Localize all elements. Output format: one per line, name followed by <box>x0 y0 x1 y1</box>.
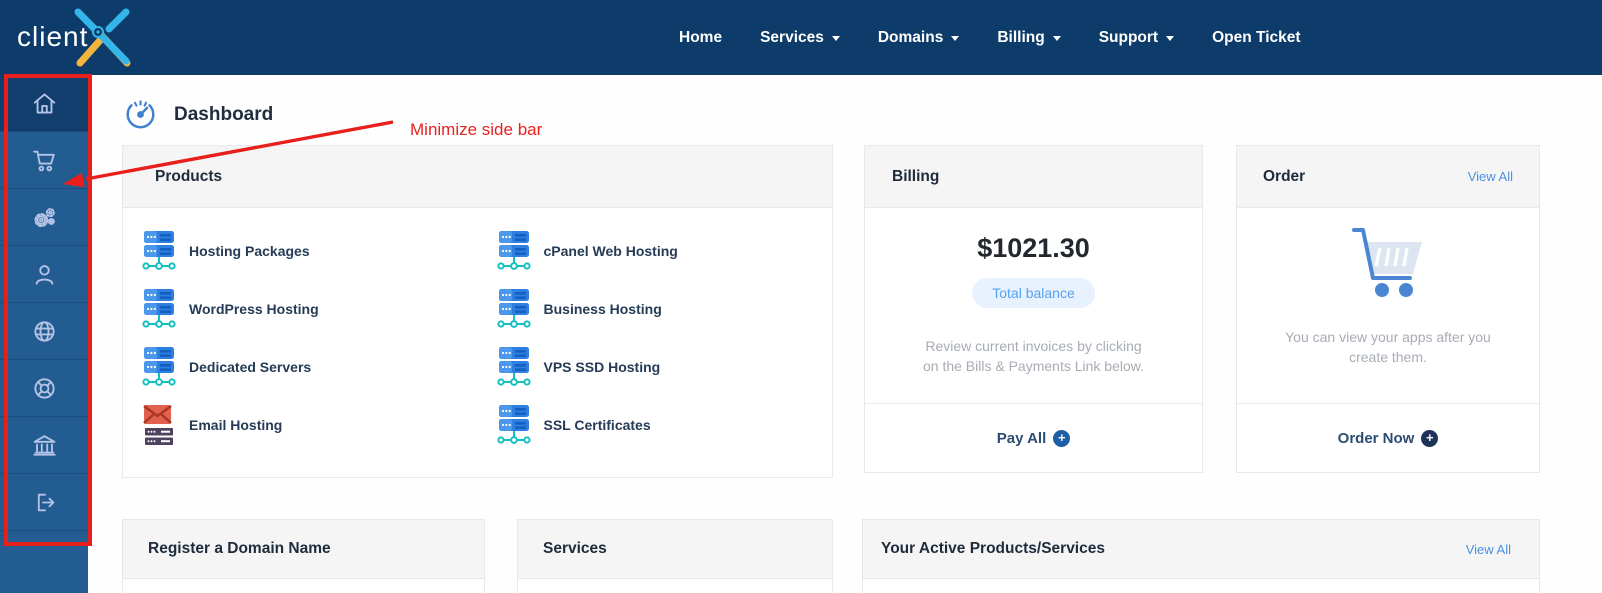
server-icon <box>142 347 176 386</box>
sidebar-item-domains[interactable] <box>0 303 88 360</box>
billing-card-header: Billing <box>865 146 1202 208</box>
services-card: Services <box>517 519 833 593</box>
product-item-hosting-packages[interactable]: Hosting Packages <box>123 222 478 280</box>
server-icon <box>496 347 531 386</box>
clientx-dashboard-page: client Home Services Domains Billing Sup… <box>0 0 1602 593</box>
sidebar-item-clients[interactable] <box>0 246 88 303</box>
server-icon <box>142 289 176 328</box>
order-now-button[interactable]: Order Now + <box>1237 403 1539 472</box>
server-icon <box>142 231 176 270</box>
email-server-icon <box>143 405 173 445</box>
product-item-email-hosting[interactable]: Email Hosting <box>123 396 478 454</box>
order-empty-text: You can view your apps after you create … <box>1285 329 1491 365</box>
plus-icon: + <box>1053 429 1071 447</box>
sidebar-item-support[interactable] <box>0 360 88 417</box>
products-card: Products Hosting Packages cPanel Web Hos… <box>122 145 833 478</box>
main-nav: Home Services Domains Billing Support Op… <box>660 0 1320 75</box>
product-item-vps-ssd-hosting[interactable]: VPS SSD Hosting <box>478 338 833 396</box>
server-icon <box>496 231 531 270</box>
gears-icon <box>33 207 55 227</box>
active-products-card: Your Active Products/Services View All <box>862 519 1540 593</box>
person-icon <box>35 264 53 285</box>
nav-item-billing[interactable]: Billing <box>978 29 1079 47</box>
shopping-cart-illustration-icon <box>1352 228 1422 297</box>
sidebar-item-logout[interactable] <box>0 474 88 531</box>
empty-cart-illustration <box>1237 224 1539 305</box>
billing-description: Review current invoices by clicking on t… <box>922 338 1144 374</box>
order-card-header: Order View All <box>1237 146 1539 208</box>
nav-item-services[interactable]: Services <box>741 29 859 47</box>
sidebar-item-services[interactable] <box>0 189 88 246</box>
nav-item-support[interactable]: Support <box>1080 29 1193 47</box>
register-domain-card-header: Register a Domain Name <box>123 520 484 579</box>
sidebar-item-billing[interactable] <box>0 417 88 474</box>
active-products-card-header: Your Active Products/Services View All <box>863 520 1539 579</box>
brand-logo[interactable]: client <box>14 0 154 75</box>
top-navbar: client Home Services Domains Billing Sup… <box>0 0 1602 75</box>
nav-item-domains[interactable]: Domains <box>859 29 978 47</box>
caret-down-icon <box>1052 36 1061 41</box>
total-balance-badge: Total balance <box>972 278 1095 308</box>
speedometer-icon <box>126 100 155 129</box>
annotation-label: Minimize side bar <box>410 120 543 139</box>
nav-item-open-ticket[interactable]: Open Ticket <box>1193 29 1319 47</box>
bank-icon <box>32 434 56 456</box>
logout-icon <box>37 493 54 511</box>
product-item-business-hosting[interactable]: Business Hosting <box>478 280 833 338</box>
register-domain-card: Register a Domain Name <box>122 519 485 593</box>
globe-icon <box>33 320 55 342</box>
server-icon <box>496 405 531 444</box>
order-view-all-link[interactable]: View All <box>1468 169 1513 184</box>
server-icon <box>496 289 531 328</box>
active-products-title: Your Active Products/Services <box>881 540 1105 557</box>
page-title: Dashboard <box>174 103 274 125</box>
home-icon <box>33 93 55 113</box>
billing-total-amount: $1021.30 <box>977 233 1090 263</box>
register-domain-title: Register a Domain Name <box>148 540 331 557</box>
page-header: Dashboard <box>124 98 273 131</box>
product-item-cpanel-web-hosting[interactable]: cPanel Web Hosting <box>478 222 833 280</box>
shopping-cart-icon <box>32 150 55 171</box>
caret-down-icon <box>831 36 840 41</box>
products-title: Products <box>155 167 223 185</box>
left-sidebar <box>0 75 88 593</box>
services-title: Services <box>543 540 607 557</box>
product-item-ssl-certificates[interactable]: SSL Certificates <box>478 396 833 454</box>
pay-all-button[interactable]: Pay All + <box>865 403 1202 472</box>
life-ring-icon <box>33 377 55 399</box>
caret-down-icon <box>1166 36 1175 41</box>
active-products-view-all-link[interactable]: View All <box>1466 542 1511 557</box>
sidebar-item-cart[interactable] <box>0 132 88 189</box>
plus-icon: + <box>1421 429 1439 447</box>
order-card: Order View All You can view your apps af… <box>1236 145 1540 473</box>
billing-card: Billing $1021.30 Total balance Review cu… <box>864 145 1203 473</box>
billing-title: Billing <box>892 167 940 185</box>
order-title: Order <box>1263 167 1306 185</box>
products-card-header: Products <box>123 146 832 208</box>
nav-item-home[interactable]: Home <box>660 29 741 47</box>
sidebar-item-home[interactable] <box>0 75 88 132</box>
products-grid: Hosting Packages cPanel Web Hosting Word… <box>123 208 832 454</box>
product-item-wordpress-hosting[interactable]: WordPress Hosting <box>123 280 478 338</box>
services-card-header: Services <box>518 520 832 579</box>
product-item-dedicated-servers[interactable]: Dedicated Servers <box>123 338 478 396</box>
brand-name: client <box>17 21 89 52</box>
caret-down-icon <box>951 36 960 41</box>
